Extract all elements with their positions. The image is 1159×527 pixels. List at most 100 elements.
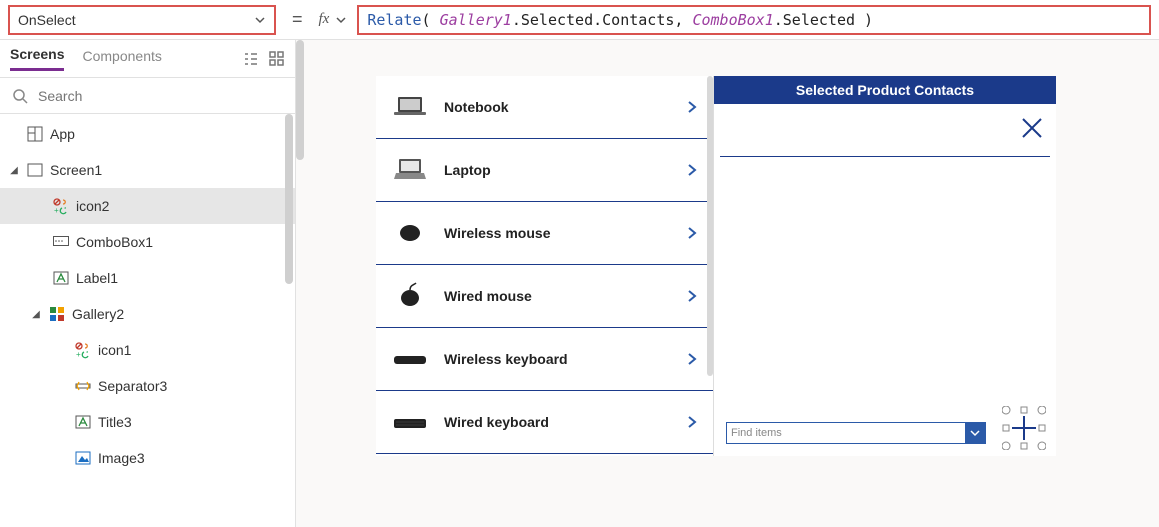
combobox-dropdown-button[interactable] <box>965 423 985 443</box>
chevron-right-icon <box>685 100 699 114</box>
collapse-list-icon[interactable] <box>243 51 259 67</box>
screen-icon <box>26 161 44 179</box>
tree-label: Label1 <box>76 270 118 286</box>
tree-search[interactable] <box>0 78 295 114</box>
equals-sign: = <box>286 9 309 30</box>
gallery-item[interactable]: Notebook <box>376 76 713 139</box>
product-name: Wireless mouse <box>444 225 671 241</box>
tree-scrollbar[interactable] <box>285 114 293 284</box>
image-icon <box>74 449 92 467</box>
contacts-combobox[interactable]: Find items <box>726 422 986 444</box>
tree-node-title3[interactable]: Title3 <box>0 404 295 440</box>
tree-label: Image3 <box>98 450 145 466</box>
product-name: Laptop <box>444 162 671 178</box>
app-icon <box>26 125 44 143</box>
combobox-icon <box>52 233 70 251</box>
plus-icon <box>1002 406 1046 450</box>
tab-screens[interactable]: Screens <box>10 46 64 71</box>
chevron-down-icon <box>970 428 980 438</box>
gallery-scrollbar[interactable] <box>707 76 713 376</box>
formula-token-ref: Gallery1 <box>440 11 512 29</box>
chevron-right-icon <box>685 163 699 177</box>
tree-node-image3[interactable]: Image3 <box>0 440 295 476</box>
tree-label: icon2 <box>76 198 109 214</box>
product-image-wireless-mouse <box>390 218 430 248</box>
icon-control-icon: + <box>74 341 92 359</box>
product-name: Wired mouse <box>444 288 671 304</box>
gallery-item[interactable]: Laptop <box>376 139 713 202</box>
formula-token-ref: ComboBox1 <box>692 11 773 29</box>
chevron-right-icon <box>685 415 699 429</box>
tree-node-screen1[interactable]: ◢ Screen1 <box>0 152 295 188</box>
tree-node-separator3[interactable]: Separator3 <box>0 368 295 404</box>
svg-text:+: + <box>54 206 59 215</box>
product-gallery[interactable]: Notebook Laptop Wireless mouse Wired mou… <box>376 76 714 456</box>
screen-preview: Notebook Laptop Wireless mouse Wired mou… <box>376 76 1056 456</box>
search-input[interactable] <box>38 88 283 104</box>
tab-components[interactable]: Components <box>82 48 161 70</box>
product-image-wired-keyboard <box>390 407 430 437</box>
chevron-down-icon <box>254 14 266 26</box>
search-icon <box>12 88 28 104</box>
tree-node-icon1[interactable]: + icon1 <box>0 332 295 368</box>
remove-contact-button[interactable] <box>1020 116 1044 140</box>
tree-node-label1[interactable]: Label1 <box>0 260 295 296</box>
separator-icon <box>74 377 92 395</box>
close-icon <box>1020 116 1044 140</box>
tree-label: App <box>50 126 75 142</box>
product-image-wired-mouse <box>390 281 430 311</box>
product-name: Notebook <box>444 99 671 115</box>
formula-input[interactable]: Relate( Gallery1.Selected.Contacts, Comb… <box>357 5 1151 35</box>
tree-node-icon2[interactable]: + icon2 <box>0 188 295 224</box>
combobox-placeholder: Find items <box>727 427 965 439</box>
product-name: Wireless keyboard <box>444 351 671 367</box>
tree-view: App ◢ Screen1 + icon2 ComboBox1 Label1 ◢ <box>0 114 295 527</box>
gallery-item[interactable]: Wireless mouse <box>376 202 713 265</box>
tree-node-combobox1[interactable]: ComboBox1 <box>0 224 295 260</box>
gallery-item[interactable]: Wired keyboard <box>376 391 713 454</box>
property-selector[interactable]: OnSelect <box>8 5 276 35</box>
fx-label[interactable]: fx <box>319 11 348 28</box>
add-contact-icon-selected[interactable] <box>1002 406 1046 450</box>
product-image-laptop <box>390 155 430 185</box>
property-name: OnSelect <box>18 12 76 28</box>
product-image-notebook <box>390 92 430 122</box>
formula-bar: OnSelect = fx Relate( Gallery1.Selected.… <box>0 0 1159 40</box>
tree-label: icon1 <box>98 342 131 358</box>
detail-panel: Selected Product Contacts Find items <box>714 76 1056 456</box>
formula-token: .Selected.Contacts, <box>512 11 693 29</box>
icon-control-icon: + <box>52 197 70 215</box>
tree-label: Screen1 <box>50 162 102 178</box>
grid-view-icon[interactable] <box>269 51 285 67</box>
panel-tabs: Screens Components <box>0 40 295 78</box>
canvas-scrollbar[interactable] <box>296 40 304 160</box>
gallery-icon <box>48 305 66 323</box>
fx-text: fx <box>319 11 330 28</box>
tree-label: Gallery2 <box>72 306 124 322</box>
chevron-right-icon <box>685 352 699 366</box>
label-icon <box>52 269 70 287</box>
chevron-right-icon <box>685 226 699 240</box>
tree-node-app[interactable]: App <box>0 116 295 152</box>
tree-label: ComboBox1 <box>76 234 153 250</box>
tree-view-panel: Screens Components App ◢ Screen1 <box>0 40 296 527</box>
formula-token: ( <box>422 11 440 29</box>
formula-token: .Selected ) <box>774 11 873 29</box>
product-name: Wired keyboard <box>444 414 671 430</box>
product-image-wireless-keyboard <box>390 344 430 374</box>
design-canvas[interactable]: Notebook Laptop Wireless mouse Wired mou… <box>296 40 1159 527</box>
gallery-item[interactable]: Wireless keyboard <box>376 328 713 391</box>
caret-expanded-icon[interactable]: ◢ <box>30 309 42 320</box>
label-icon <box>74 413 92 431</box>
detail-header: Selected Product Contacts <box>714 76 1056 104</box>
caret-expanded-icon[interactable]: ◢ <box>8 165 20 176</box>
chevron-down-icon <box>335 14 347 26</box>
svg-text:+: + <box>76 350 81 359</box>
tree-label: Title3 <box>98 414 132 430</box>
separator-line <box>720 156 1050 157</box>
tree-label: Separator3 <box>98 378 167 394</box>
tree-node-gallery2[interactable]: ◢ Gallery2 <box>0 296 295 332</box>
chevron-right-icon <box>685 289 699 303</box>
gallery-item[interactable]: Wired mouse <box>376 265 713 328</box>
formula-token-func: Relate <box>367 11 421 29</box>
